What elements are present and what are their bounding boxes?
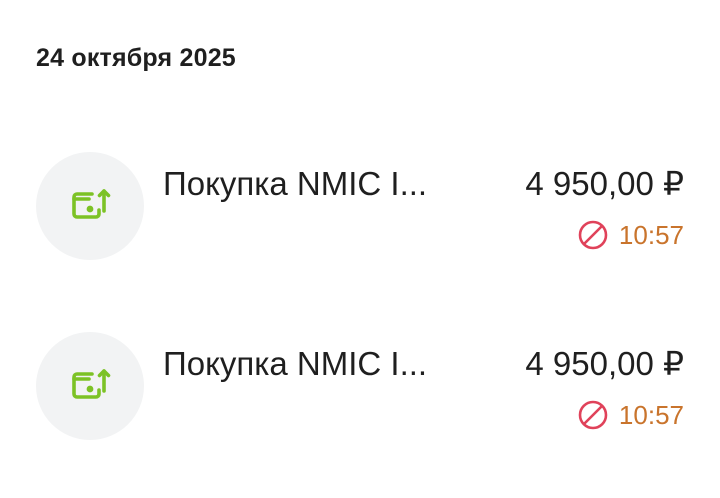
wallet-up-arrow-icon <box>72 189 111 219</box>
transaction-row[interactable]: Покупка NMIC I... 4 950,00 ₽ 10:57 <box>0 332 720 442</box>
transaction-icon-circle <box>36 332 144 440</box>
transaction-status: 10:57 <box>577 218 684 252</box>
transaction-title: Покупка NMIC I... <box>163 345 428 382</box>
transaction-amount: 4 950,00 ₽ <box>525 165 684 202</box>
transaction-time: 10:57 <box>618 400 684 430</box>
transaction-time: 10:57 <box>618 220 684 250</box>
declined-icon <box>578 400 608 430</box>
transaction-row[interactable]: Покупка NMIC I... 4 950,00 ₽ 10:57 <box>0 152 720 262</box>
declined-icon <box>578 220 608 250</box>
transaction-title: Покупка NMIC I... <box>163 165 428 202</box>
date-header: 24 октября 2025 <box>36 44 236 72</box>
transaction-status: 10:57 <box>577 398 684 432</box>
transaction-icon-circle <box>36 152 144 260</box>
wallet-up-arrow-icon <box>72 369 111 399</box>
transaction-amount: 4 950,00 ₽ <box>525 345 684 382</box>
